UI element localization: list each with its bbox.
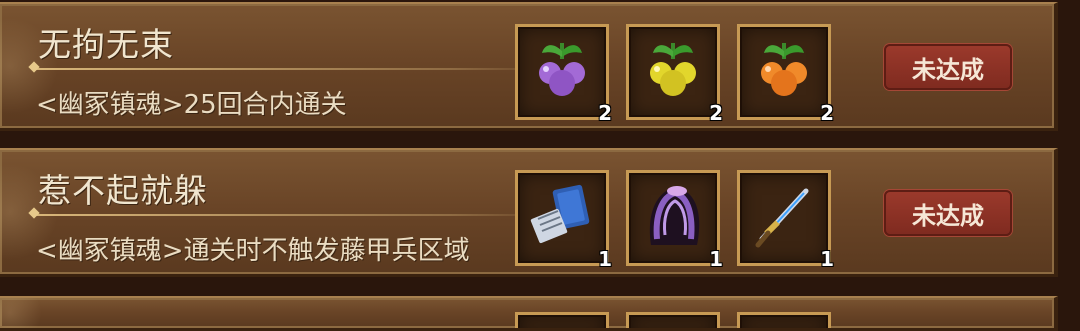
status-badge: 未达成: [884, 190, 1012, 236]
reward-slot[interactable]: [737, 312, 831, 328]
divider: [34, 68, 554, 70]
reward-quantity: 2: [598, 101, 612, 125]
achievement-row: 惹不起就躲 <幽冢镇魂>通关时不触发藤甲兵区域 1 1 1 未达成: [0, 148, 1058, 277]
achievement-title: 惹不起就躲: [38, 171, 208, 210]
reward-slot[interactable]: 1: [515, 170, 612, 271]
reward-slot[interactable]: 2: [515, 24, 612, 125]
achievement-description: <幽冢镇魂>25回合内通关: [36, 90, 347, 120]
dark-cloak-icon: [649, 186, 700, 245]
blue-dagger-icon: [755, 188, 809, 248]
purple-grape-fruit-icon: [539, 43, 585, 96]
blue-book-icon: [530, 184, 590, 244]
reward-slot[interactable]: 2: [737, 24, 834, 125]
reward-quantity: 2: [709, 101, 723, 125]
reward-quantity: 2: [820, 101, 834, 125]
reward-quantity: 1: [709, 247, 723, 271]
yellow-grape-fruit-icon: [650, 43, 696, 96]
panel-ornament: [0, 298, 60, 328]
divider: [34, 214, 554, 216]
achievement-description: <幽冢镇魂>通关时不触发藤甲兵区域: [36, 236, 470, 266]
reward-slot[interactable]: 2: [626, 24, 723, 125]
reward-slot[interactable]: [626, 312, 720, 328]
reward-slot[interactable]: 1: [626, 170, 723, 271]
achievement-row: [0, 296, 1058, 331]
reward-quantity: 1: [598, 247, 612, 271]
reward-slot[interactable]: [515, 312, 609, 328]
orange-grape-fruit-icon: [761, 43, 807, 96]
status-badge: 未达成: [884, 44, 1012, 90]
reward-slot[interactable]: 1: [737, 170, 834, 271]
achievement-row: 无拘无束 <幽冢镇魂>25回合内通关 2 2 2 未达成: [0, 2, 1058, 131]
reward-quantity: 1: [820, 247, 834, 271]
achievement-title: 无拘无束: [38, 25, 174, 64]
